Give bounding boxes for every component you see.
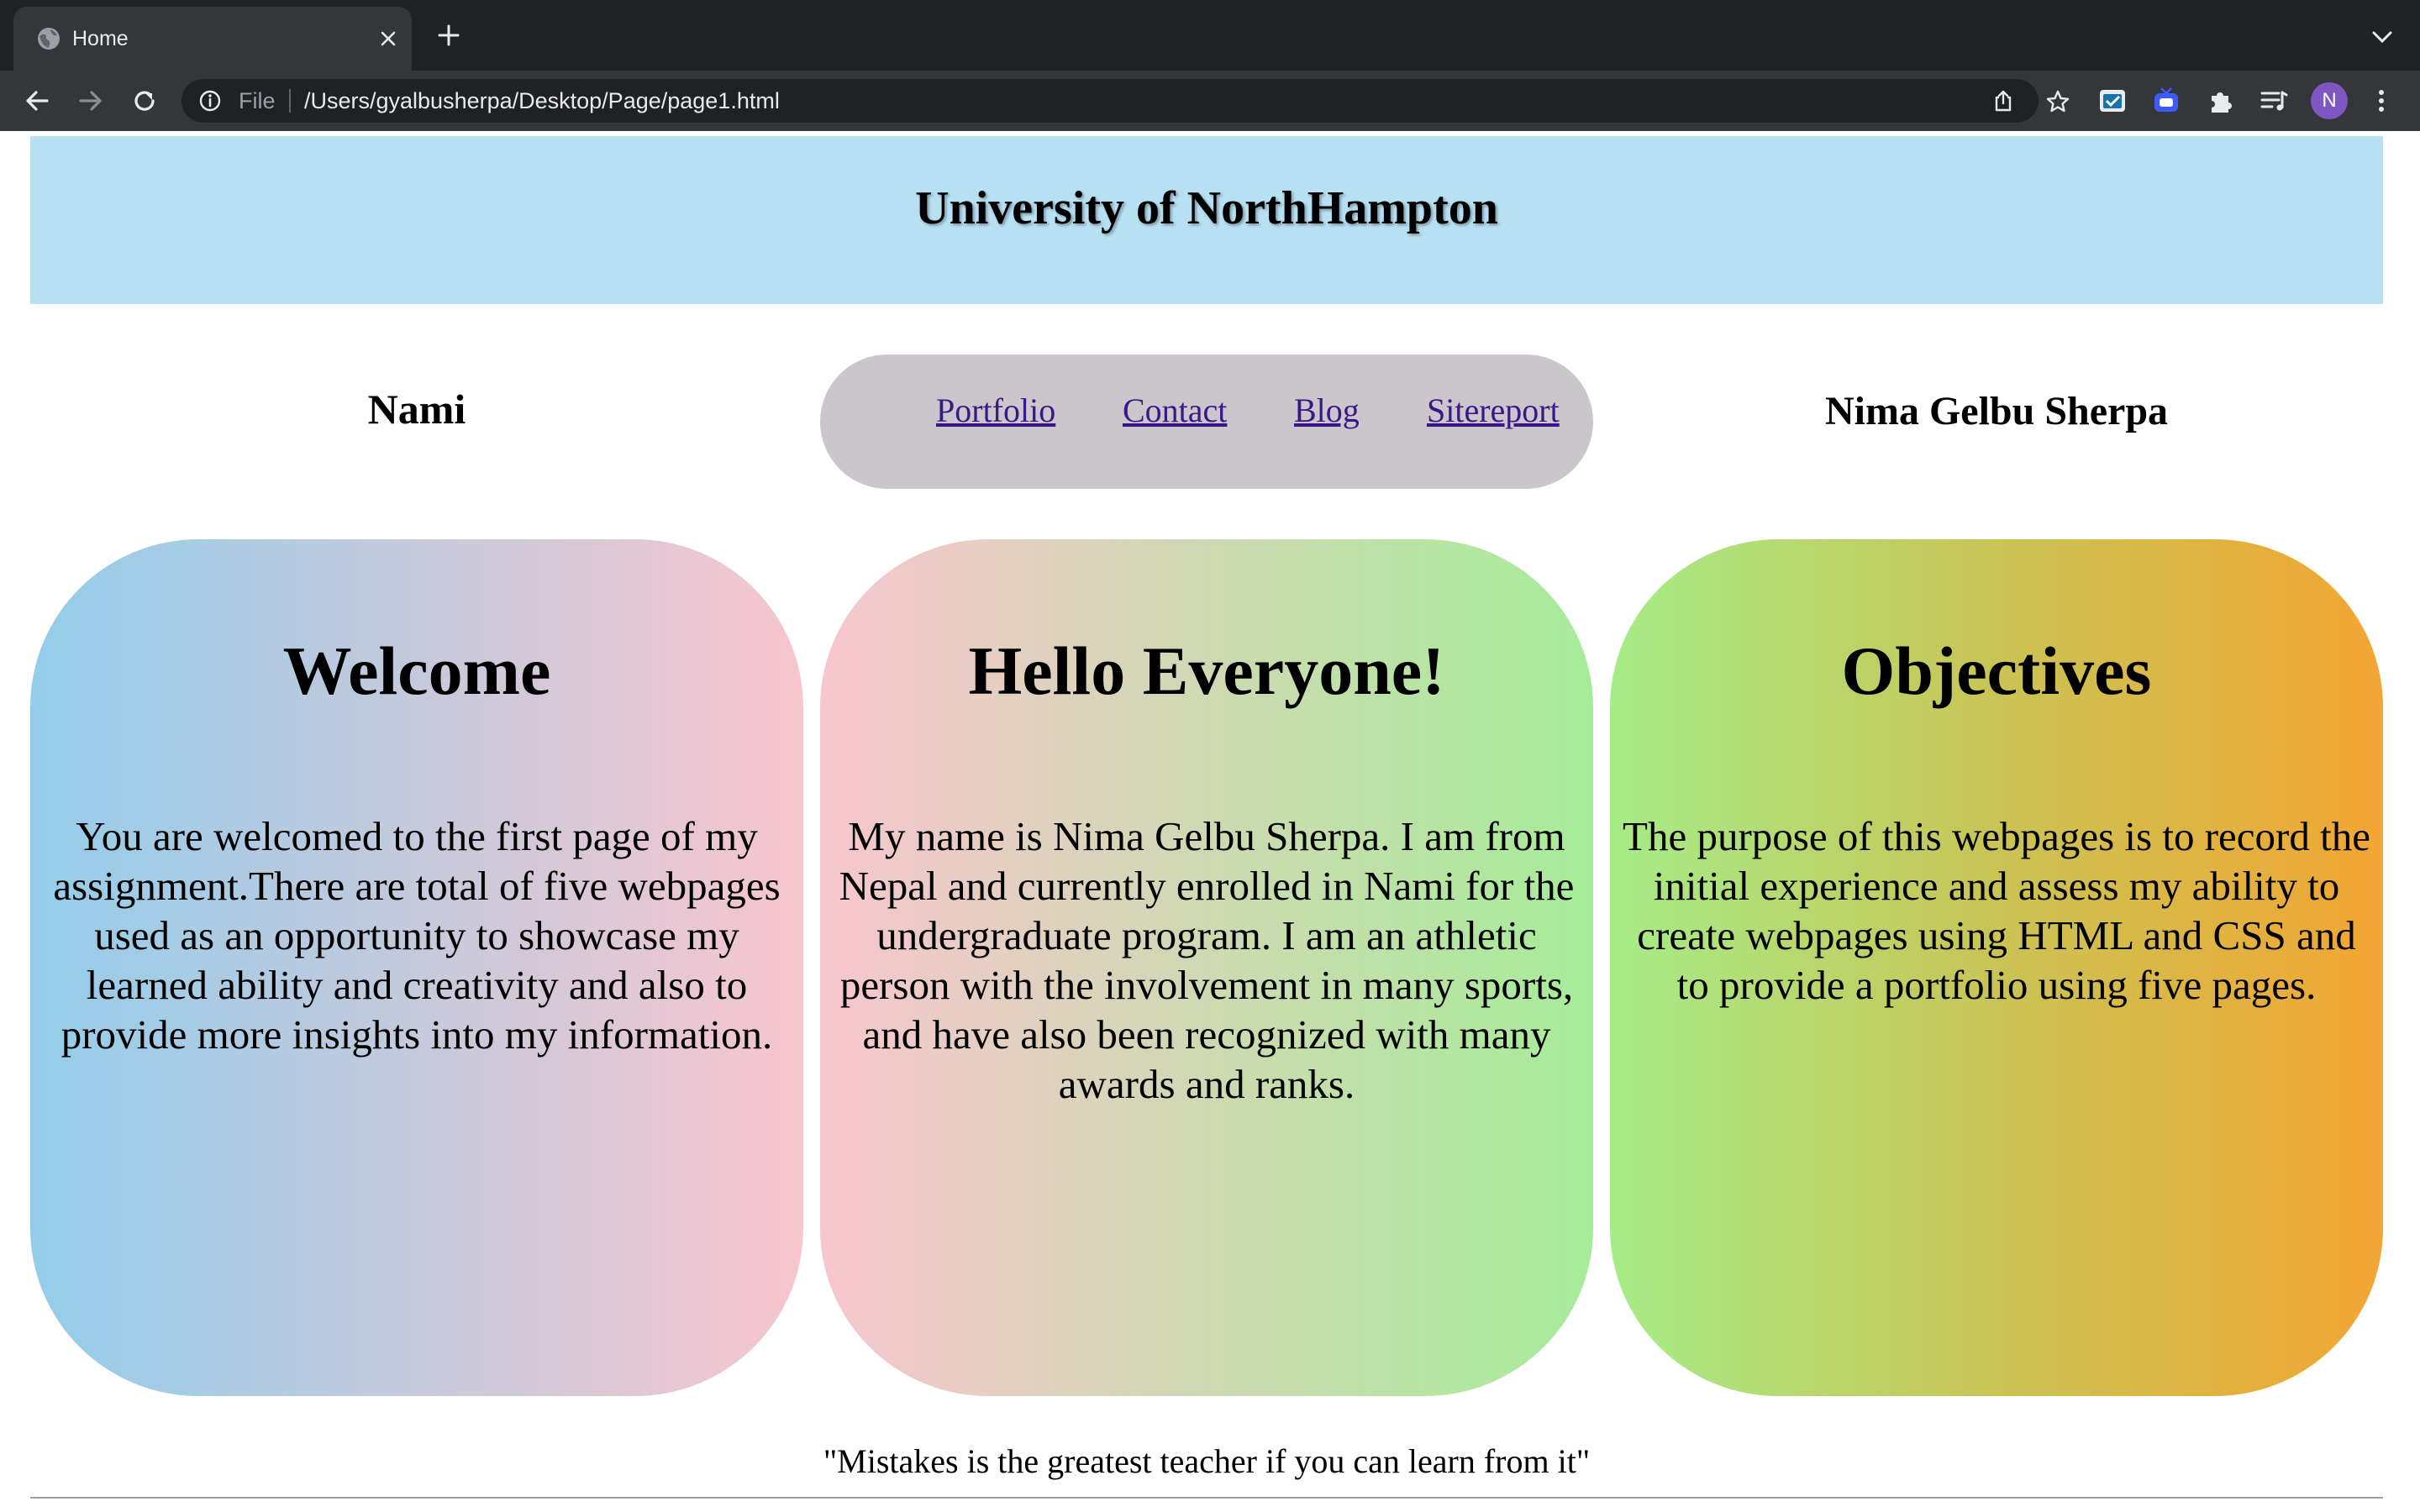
share-icon[interactable] xyxy=(1991,89,2015,113)
tab-title: Home xyxy=(72,27,129,50)
main-nav: Portfolio Contact Blog Sitereport xyxy=(820,354,1593,489)
footer-divider xyxy=(30,1497,2383,1499)
plus-icon[interactable] xyxy=(437,24,460,47)
profile-avatar[interactable]: N xyxy=(2311,82,2348,119)
chevron-down-icon[interactable] xyxy=(2371,30,2393,44)
nav-link-blog[interactable]: Blog xyxy=(1294,354,1360,467)
brand-right: Nima Gelbu Sherpa xyxy=(1824,389,2169,433)
reading-list-icon[interactable] xyxy=(2259,86,2289,116)
site-title: University of NorthHampton xyxy=(915,182,1498,234)
reload-icon[interactable] xyxy=(129,86,160,116)
card-body: The purpose of this webpages is to recor… xyxy=(1623,813,2370,1008)
hello-card: Hello Everyone! My name is Nima Gelbu Sh… xyxy=(820,539,1593,1396)
puzzle-icon[interactable] xyxy=(2205,86,2235,116)
web-page: University of NorthHampton Nami Portfoli… xyxy=(0,131,2420,1512)
nav-link-sitereport[interactable]: Sitereport xyxy=(1427,354,1560,467)
card-body: My name is Nima Gelbu Sherpa. I am from … xyxy=(839,813,1575,1107)
card-heading: Welcome xyxy=(282,633,551,709)
browser-tab-strip: Home xyxy=(0,0,2420,71)
arrow-right-icon[interactable] xyxy=(76,86,106,116)
site-header: University of NorthHampton xyxy=(30,136,2383,304)
globe-icon xyxy=(38,28,60,50)
url-scheme-label: File xyxy=(239,88,276,113)
card-heading: Hello Everyone! xyxy=(968,633,1445,709)
nav-link-contact[interactable]: Contact xyxy=(1123,354,1227,467)
footer-quote: "Mistakes is the greatest teacher if you… xyxy=(823,1442,1591,1480)
omnibox-separator xyxy=(289,89,291,113)
brand-left: Nami xyxy=(367,386,466,433)
star-icon[interactable] xyxy=(2045,89,2070,114)
arrow-left-icon[interactable] xyxy=(22,86,52,116)
tv-extension-icon[interactable] xyxy=(2151,86,2181,116)
nav-link-portfolio[interactable]: Portfolio xyxy=(936,354,1055,467)
more-menu-icon[interactable] xyxy=(2371,86,2391,116)
card-heading: Objectives xyxy=(1841,633,2152,709)
objectives-card: Objectives The purpose of this webpages … xyxy=(1610,539,2383,1396)
welcome-card: Welcome You are welcomed to the first pa… xyxy=(30,539,803,1396)
close-icon[interactable] xyxy=(378,29,398,49)
card-body: You are welcomed to the first page of my… xyxy=(53,813,781,1058)
screenshot-extension-icon[interactable] xyxy=(2097,86,2128,116)
url-text[interactable]: /Users/gyalbusherpa/Desktop/Page/page1.h… xyxy=(304,79,780,123)
address-bar[interactable]: File /Users/gyalbusherpa/Desktop/Page/pa… xyxy=(182,79,2070,123)
browser-tab[interactable]: Home xyxy=(13,7,412,71)
browser-toolbar: File /Users/gyalbusherpa/Desktop/Page/pa… xyxy=(0,71,2420,131)
info-icon[interactable] xyxy=(198,89,222,113)
